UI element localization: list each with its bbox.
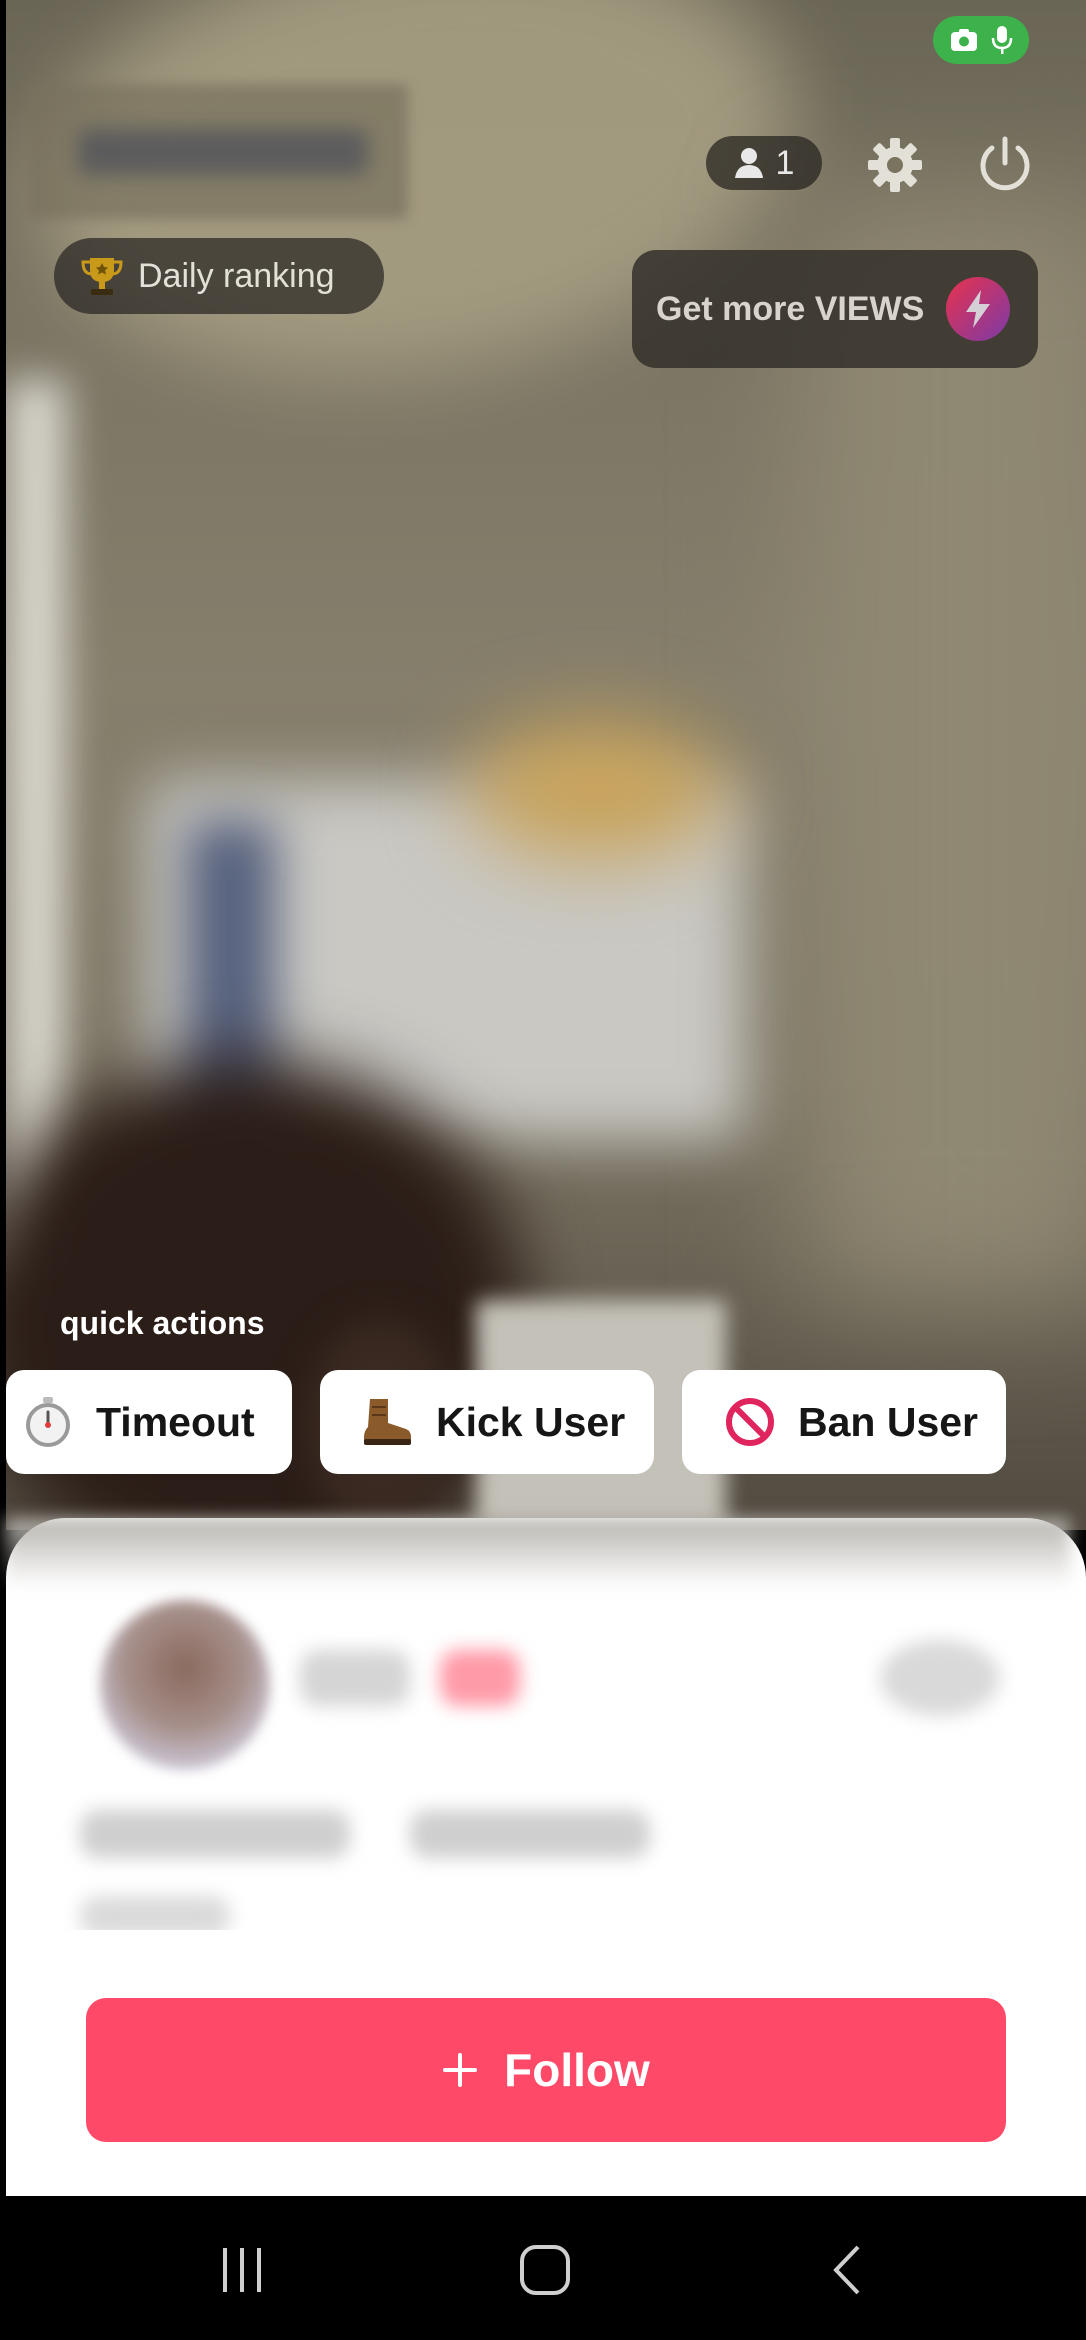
daily-ranking-button[interactable]: Daily ranking <box>54 238 384 314</box>
get-more-views-label: Get more VIEWS <box>656 289 925 328</box>
timeout-label: Timeout <box>96 1398 255 1445</box>
daily-ranking-label: Daily ranking <box>138 256 335 295</box>
end-stream-button[interactable] <box>974 134 1036 196</box>
streamer-info-blurred[interactable] <box>28 84 408 219</box>
stats-blurred-1 <box>80 1810 350 1858</box>
recent-apps-button[interactable] <box>202 2240 282 2300</box>
home-button[interactable] <box>505 2240 585 2300</box>
microphone-icon <box>991 26 1012 54</box>
timeout-button[interactable]: Timeout <box>6 1370 292 1474</box>
ban-user-label: Ban User <box>798 1398 979 1445</box>
lightning-bolt-icon <box>946 277 1011 341</box>
ban-user-button[interactable]: Ban User <box>682 1370 1006 1474</box>
stats-blurred-2 <box>410 1810 650 1858</box>
trophy-icon <box>81 258 123 295</box>
sheet-blurred-header <box>6 1518 1070 1588</box>
stopwatch-icon <box>18 1397 78 1447</box>
kick-user-label: Kick User <box>436 1398 626 1445</box>
more-options-blurred[interactable] <box>880 1640 1000 1716</box>
recent-apps-icon <box>223 2248 261 2292</box>
camera-mic-indicator <box>933 16 1029 64</box>
live-badge-blurred <box>440 1650 520 1706</box>
sheet-divider <box>60 1930 1020 1970</box>
settings-button[interactable] <box>864 134 926 196</box>
camera-icon <box>950 29 977 51</box>
follow-label: Follow <box>504 2044 650 2096</box>
get-more-views-button[interactable]: Get more VIEWS <box>632 250 1038 368</box>
power-icon <box>980 136 1030 191</box>
prohibited-icon <box>720 1397 780 1447</box>
viewer-count: 1 <box>775 143 795 182</box>
plus-icon <box>443 2053 478 2087</box>
avatar[interactable] <box>100 1600 270 1770</box>
viewer-count-badge[interactable]: 1 <box>706 136 822 190</box>
boot-icon <box>356 1397 416 1447</box>
follow-button[interactable]: Follow <box>86 1998 1006 2142</box>
person-icon <box>734 148 763 178</box>
home-icon <box>520 2245 570 2295</box>
live-stream-screen: 1 Daily ranking Get more VIEWS quick act… <box>0 0 1086 2340</box>
back-button[interactable] <box>808 2240 888 2300</box>
gear-icon <box>868 138 922 192</box>
quick-actions-title: quick actions <box>60 1305 265 1341</box>
back-icon <box>833 2245 860 2295</box>
username-blurred <box>300 1650 410 1706</box>
camera-preview <box>6 0 1086 1530</box>
kick-user-button[interactable]: Kick User <box>320 1370 654 1474</box>
